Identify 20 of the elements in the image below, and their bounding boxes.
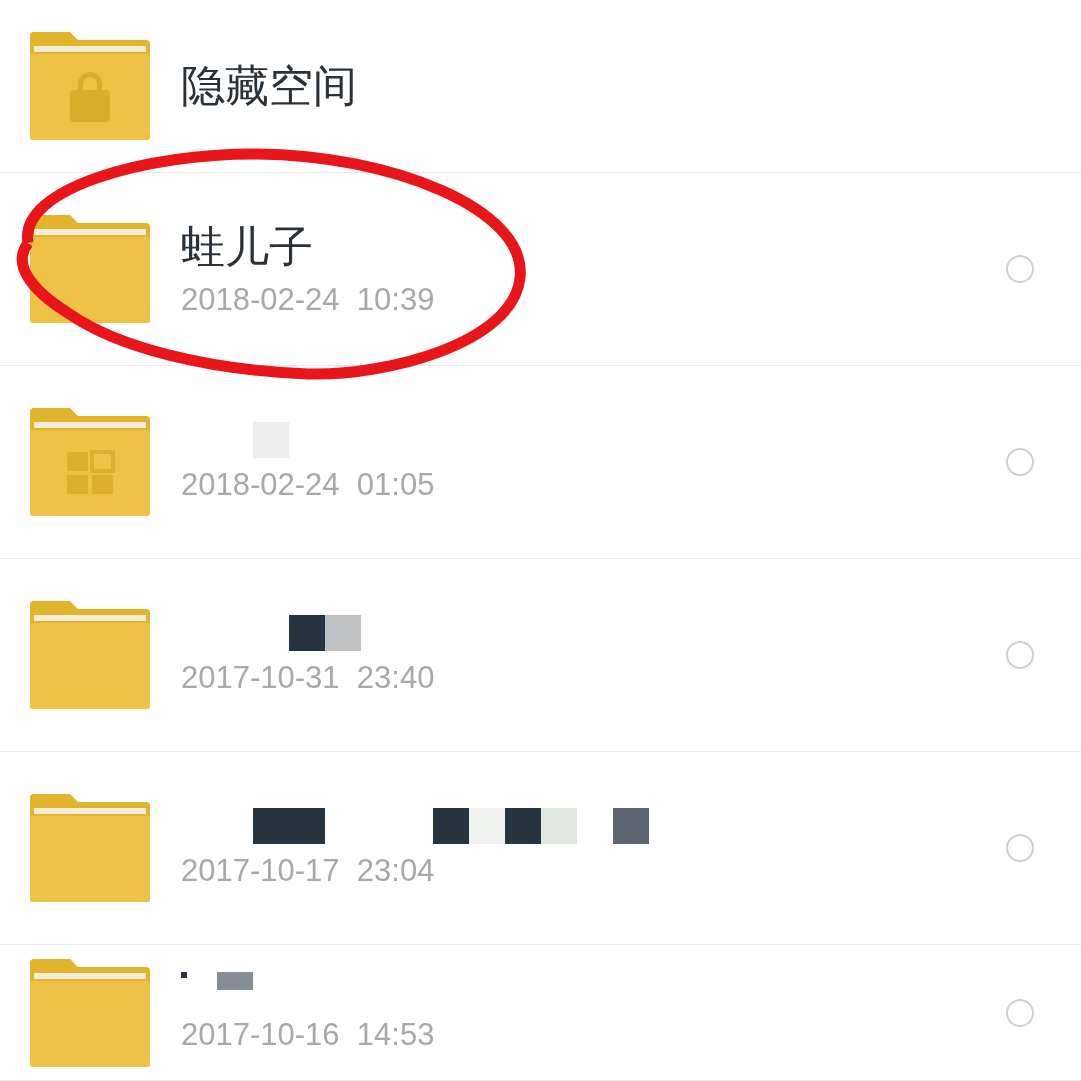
select-radio[interactable] bbox=[1006, 255, 1034, 283]
modified-date: 2018-02-24 01:05 bbox=[181, 467, 436, 503]
modified-date: 2017-10-31 23:40 bbox=[181, 660, 436, 696]
folder-icon bbox=[30, 601, 150, 709]
select-radio[interactable] bbox=[1006, 641, 1034, 669]
folder-name: 隐藏空间 bbox=[181, 59, 358, 113]
modified-date: 2017-10-16 14:53 bbox=[181, 1018, 436, 1053]
locked-folder-icon bbox=[30, 32, 150, 140]
select-radio[interactable] bbox=[1006, 448, 1034, 476]
modified-date: 2017-10-17 23:04 bbox=[181, 853, 436, 889]
select-radio[interactable] bbox=[1006, 834, 1034, 862]
grid-folder-icon bbox=[30, 408, 150, 516]
pixelated-name-drawing bbox=[181, 972, 253, 991]
folder-icon bbox=[30, 794, 150, 902]
folder-icon bbox=[30, 958, 150, 1067]
pixelated-name-drawing bbox=[289, 614, 361, 651]
select-radio[interactable] bbox=[1006, 998, 1034, 1027]
folder-name: 蛙儿子 bbox=[181, 220, 314, 274]
modified-date: 2018-02-24 10:39 bbox=[181, 283, 436, 318]
folder-icon bbox=[30, 215, 150, 323]
